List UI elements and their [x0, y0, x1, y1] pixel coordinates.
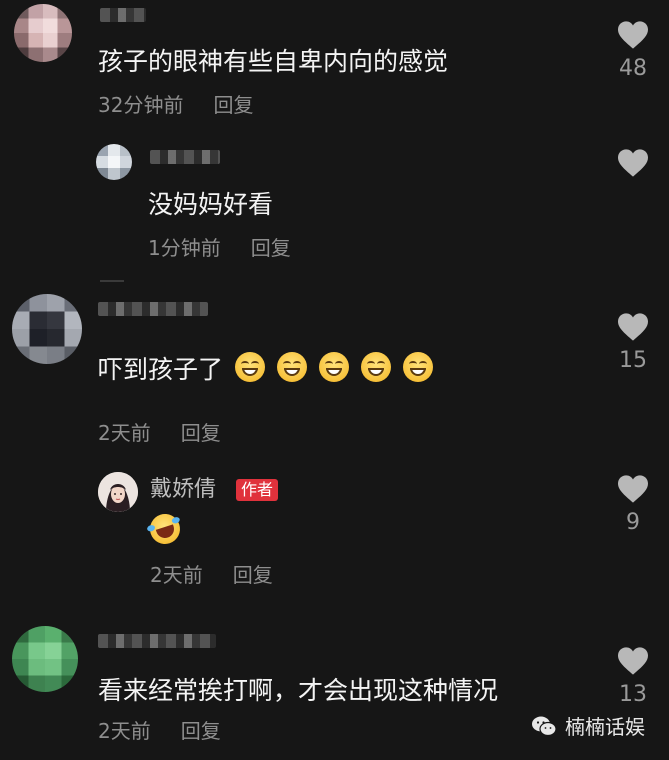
- wechat-icon: [532, 716, 557, 736]
- username-blurred[interactable]: [150, 150, 220, 164]
- avatar[interactable]: [12, 294, 82, 364]
- like-count: 48: [619, 56, 647, 81]
- comment-text: 吓到孩子了: [98, 352, 433, 387]
- like-button[interactable]: 48: [613, 20, 653, 82]
- comment-4-author-reply: 戴娇倩 作者 2天前 回复 9: [0, 460, 669, 620]
- author-badge: 作者: [236, 479, 279, 501]
- comment-time: 2天前: [98, 719, 151, 743]
- username-blurred[interactable]: [98, 634, 216, 648]
- reply-button[interactable]: 回复: [251, 236, 291, 260]
- grin-emoji: [318, 352, 349, 382]
- like-button[interactable]: 9: [613, 474, 653, 536]
- like-count: 9: [626, 510, 640, 535]
- comment-meta: 1分钟前 回复: [148, 235, 291, 261]
- comment-time: 1分钟前: [148, 236, 221, 260]
- watermark: 楠楠话娱: [531, 711, 645, 740]
- comment-text: 看来经常挨打啊，才会出现这种情况: [98, 676, 499, 705]
- comment-1: 孩子的眼神有些自卑内向的感觉 32分钟前 回复 48: [0, 0, 669, 140]
- reply-button[interactable]: 回复: [181, 421, 221, 445]
- avatar[interactable]: [12, 626, 78, 692]
- divider: [100, 280, 124, 282]
- comment-text-content: 吓到孩子了: [98, 355, 224, 384]
- avatar[interactable]: [14, 4, 72, 62]
- comment-meta: 32分钟前 回复: [98, 92, 253, 118]
- heart-icon: [618, 313, 648, 341]
- comment-3: 吓到孩子了 2天前 回复 15: [0, 290, 669, 460]
- grin-emoji: [360, 352, 391, 382]
- heart-icon: [618, 647, 648, 675]
- username-blurred[interactable]: [98, 302, 208, 316]
- heart-icon: [618, 21, 648, 49]
- comment-2-reply: 没妈妈好看 1分钟前 回复: [0, 140, 669, 290]
- author-avatar[interactable]: [98, 472, 138, 512]
- like-button[interactable]: 15: [613, 312, 653, 374]
- author-name[interactable]: 戴娇倩: [150, 476, 216, 504]
- grin-emoji: [276, 352, 307, 382]
- grin-emoji: [402, 352, 433, 382]
- avatar[interactable]: [96, 144, 132, 180]
- username-blurred[interactable]: [100, 8, 146, 22]
- comment-meta: 2天前 回复: [98, 718, 221, 744]
- reply-button[interactable]: 回复: [181, 719, 221, 743]
- reply-button[interactable]: 回复: [233, 563, 273, 587]
- comment-text: 孩子的眼神有些自卑内向的感觉: [98, 47, 449, 76]
- comment-meta: 2天前 回复: [98, 420, 221, 446]
- heart-icon: [618, 149, 648, 177]
- heart-icon: [618, 475, 648, 503]
- comment-meta: 2天前 回复: [150, 562, 273, 588]
- like-count: 15: [619, 348, 647, 373]
- comment-text: 没妈妈好看: [148, 190, 274, 219]
- grin-emoji: [234, 352, 265, 382]
- like-button[interactable]: [613, 148, 653, 178]
- comment-time: 2天前: [98, 421, 151, 445]
- laugh-tears-emoji: [146, 510, 184, 548]
- comment-time: 2天前: [150, 563, 203, 587]
- comment-content: [146, 510, 184, 548]
- comment-time: 32分钟前: [98, 93, 184, 117]
- like-button[interactable]: 13: [613, 646, 653, 708]
- reply-button[interactable]: 回复: [213, 93, 253, 117]
- watermark-text: 楠楠话娱: [565, 715, 645, 739]
- like-count: 13: [619, 682, 647, 707]
